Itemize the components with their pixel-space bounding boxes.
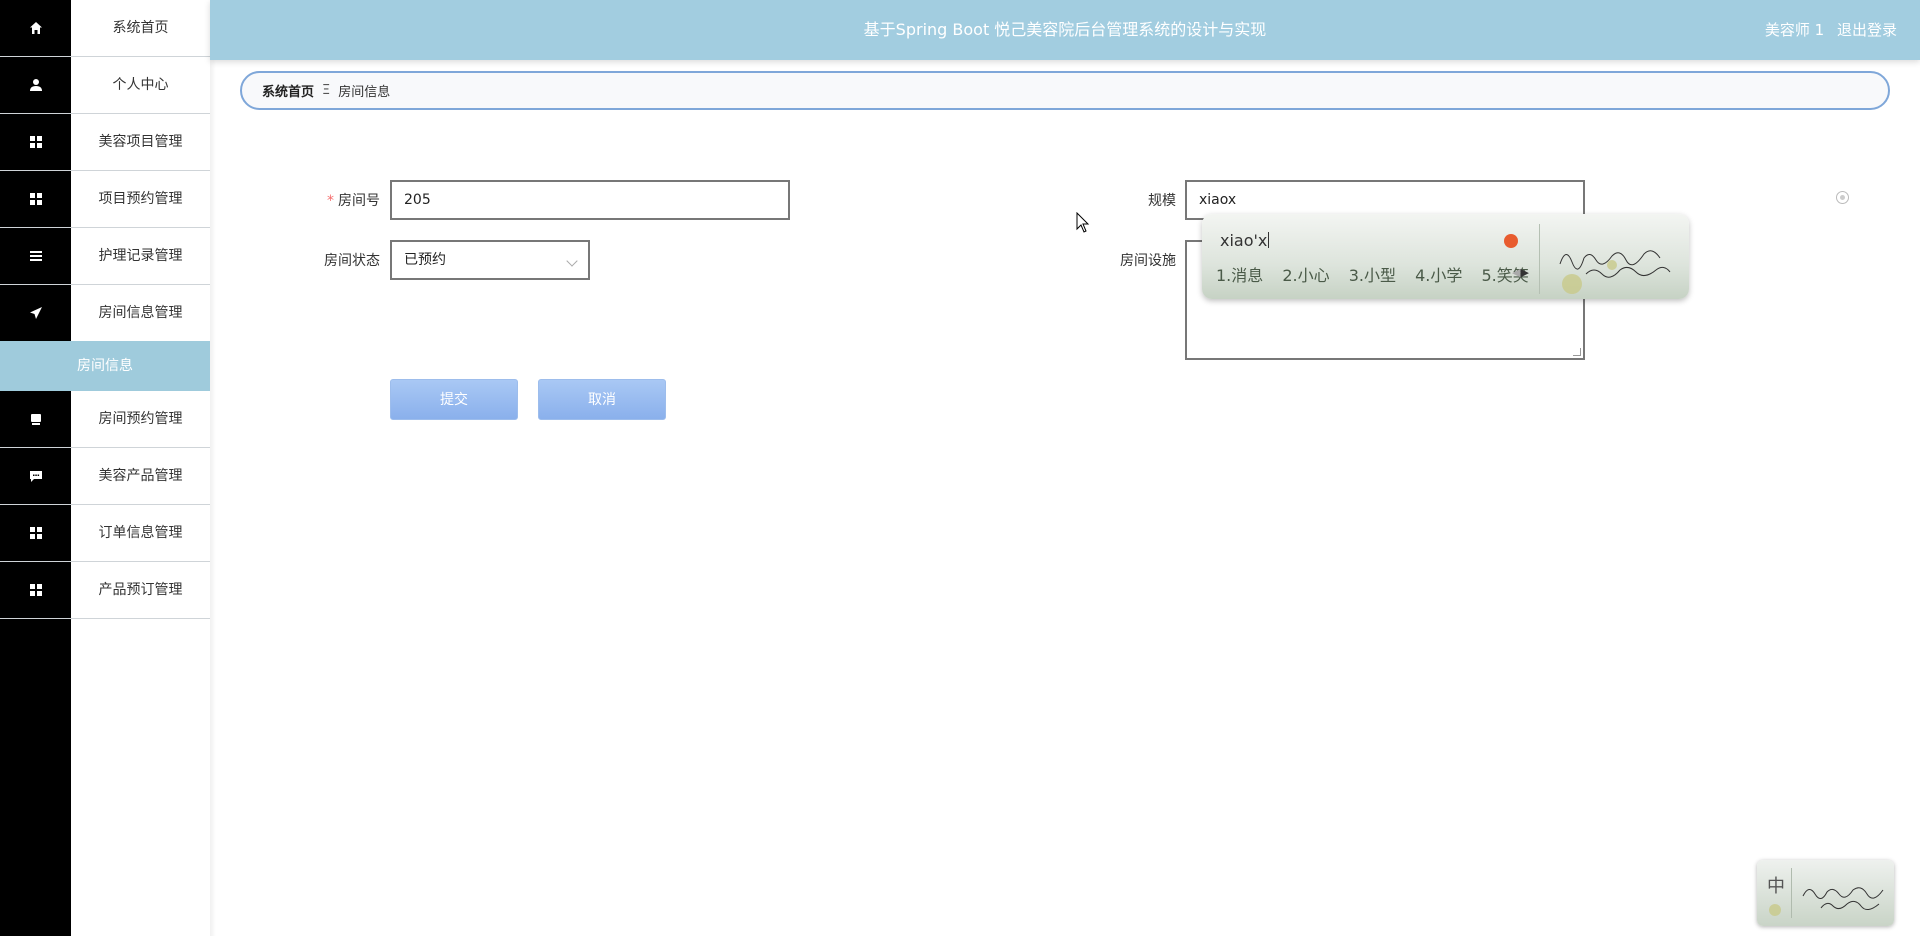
ime-skin-decoration (1539, 224, 1685, 294)
user-name: 美容师 1 (1764, 21, 1825, 39)
grid-icon (0, 171, 71, 227)
ime-candidate[interactable]: 3.小型 (1349, 266, 1396, 285)
decor-dot (1607, 260, 1617, 270)
logout-link[interactable]: 退出登录 (1837, 21, 1897, 39)
grid-icon (0, 562, 71, 618)
ime-candidate[interactable]: 4.小学 (1415, 266, 1462, 285)
breadcrumb-home[interactable]: 系统首页 (262, 81, 314, 100)
ime-status-bar[interactable]: 中 (1757, 860, 1894, 926)
sidebar-item-room-info[interactable]: 房间信息管理 (0, 285, 210, 342)
room-status-label: 房间状态 (324, 253, 380, 269)
grid-icon (0, 505, 71, 561)
sidebar-item-label: 房间信息管理 (98, 305, 183, 321)
room-no-label-text: 房间号 (338, 193, 380, 209)
sidebar-item-care-records[interactable]: 护理记录管理 (0, 228, 210, 285)
scale-input-value: xiaox (1199, 192, 1237, 208)
sidebar-item-room-booking[interactable]: 房间预约管理 (0, 391, 210, 448)
list-icon (0, 228, 71, 284)
sidebar-item-label: 项目预约管理 (98, 191, 183, 207)
room-no-label: * 房间号 (250, 190, 380, 210)
scale-label: 规模 (1148, 193, 1176, 209)
ime-candidate[interactable]: 2.小心 (1282, 266, 1329, 285)
sidebar: 系统首页 个人中心 美容项目管理 项目预约管理 护理记录管理 房间信息管理 房间… (0, 0, 210, 936)
text-caret (1268, 232, 1270, 248)
sidebar-item-beauty-project[interactable]: 美容项目管理 (0, 114, 210, 171)
send-icon (0, 285, 71, 341)
home-icon (0, 0, 71, 56)
sidebar-item-label: 订单信息管理 (98, 525, 183, 541)
ime-candidate-window: xiao'x 1.消息 2.小心 3.小型 4.小学 5.笑笑 ◀▶ (1202, 214, 1689, 299)
app-title: 基于Spring Boot 悦己美容院后台管理系统的设计与实现 (863, 20, 1267, 39)
ime-composition: xiao'x (1220, 231, 1270, 250)
handwriting-decoration-icon (1802, 887, 1884, 910)
app-root: 系统首页 个人中心 美容项目管理 项目预约管理 护理记录管理 房间信息管理 房间… (0, 0, 1920, 936)
sidebar-item-profile[interactable]: 个人中心 (0, 57, 210, 114)
grid-icon (0, 114, 71, 170)
sidebar-item-label: 护理记录管理 (98, 248, 183, 264)
mouse-cursor-icon (1076, 212, 1090, 233)
ime-candidate[interactable]: 1.消息 (1216, 266, 1263, 285)
sidebar-item-label: 产品预订管理 (98, 582, 183, 598)
sidebar-item-product-orders[interactable]: 产品预订管理 (0, 562, 210, 619)
breadcrumb-current: 房间信息 (338, 85, 391, 100)
chat-icon (0, 448, 71, 504)
user-icon (0, 57, 71, 113)
top-header: 基于Spring Boot 悦己美容院后台管理系统的设计与实现 美容师 1 退出… (210, 0, 1920, 60)
next-page-icon[interactable]: ▶ (1520, 266, 1528, 279)
breadcrumb-separator: Ξ (322, 83, 331, 98)
cancel-button[interactable]: 取消 (538, 379, 666, 420)
ime-composition-text: xiao'x (1220, 231, 1268, 250)
divider (1791, 868, 1792, 918)
clear-icon[interactable] (1836, 191, 1849, 204)
sidebar-item-label: 系统首页 (112, 20, 169, 36)
sidebar-item-orders[interactable]: 订单信息管理 (0, 505, 210, 562)
breadcrumb: 系统首页 Ξ 房间信息 (240, 71, 1890, 110)
submit-button[interactable]: 提交 (390, 379, 518, 420)
facilities-label: 房间设施 (1120, 253, 1176, 269)
decor-dot (1769, 904, 1781, 916)
sidebar-item-label: 房间预约管理 (98, 411, 183, 427)
sidebar-item-beauty-products[interactable]: 美容产品管理 (0, 448, 210, 505)
sidebar-item-label: 美容项目管理 (98, 134, 183, 150)
required-mark: * (327, 193, 334, 209)
box-icon (0, 391, 71, 447)
sidebar-item-label: 个人中心 (112, 77, 169, 93)
ime-mode-indicator[interactable]: 中 (1767, 872, 1785, 898)
room-status-value: 已预约 (404, 252, 446, 268)
ime-page-nav[interactable]: ◀▶ (1512, 266, 1529, 279)
sidebar-subitem-room-info[interactable]: 房间信息 (0, 341, 210, 391)
chevron-down-icon (566, 255, 578, 267)
resize-handle-icon[interactable] (1573, 348, 1581, 356)
ime-logo-icon[interactable] (1504, 234, 1518, 248)
user-area: 美容师 1 退出登录 (1757, 0, 1897, 60)
sidebar-item-home[interactable]: 系统首页 (0, 0, 210, 57)
ime-candidates: 1.消息 2.小心 3.小型 4.小学 5.笑笑 (1216, 262, 1543, 286)
sidebar-item-project-booking[interactable]: 项目预约管理 (0, 171, 210, 228)
sidebar-item-label: 美容产品管理 (98, 468, 183, 484)
decor-dot (1562, 274, 1582, 294)
room-no-input[interactable]: 205 (390, 180, 790, 220)
sidebar-shadow (210, 0, 216, 936)
room-status-select[interactable]: 已预约 (390, 240, 590, 280)
